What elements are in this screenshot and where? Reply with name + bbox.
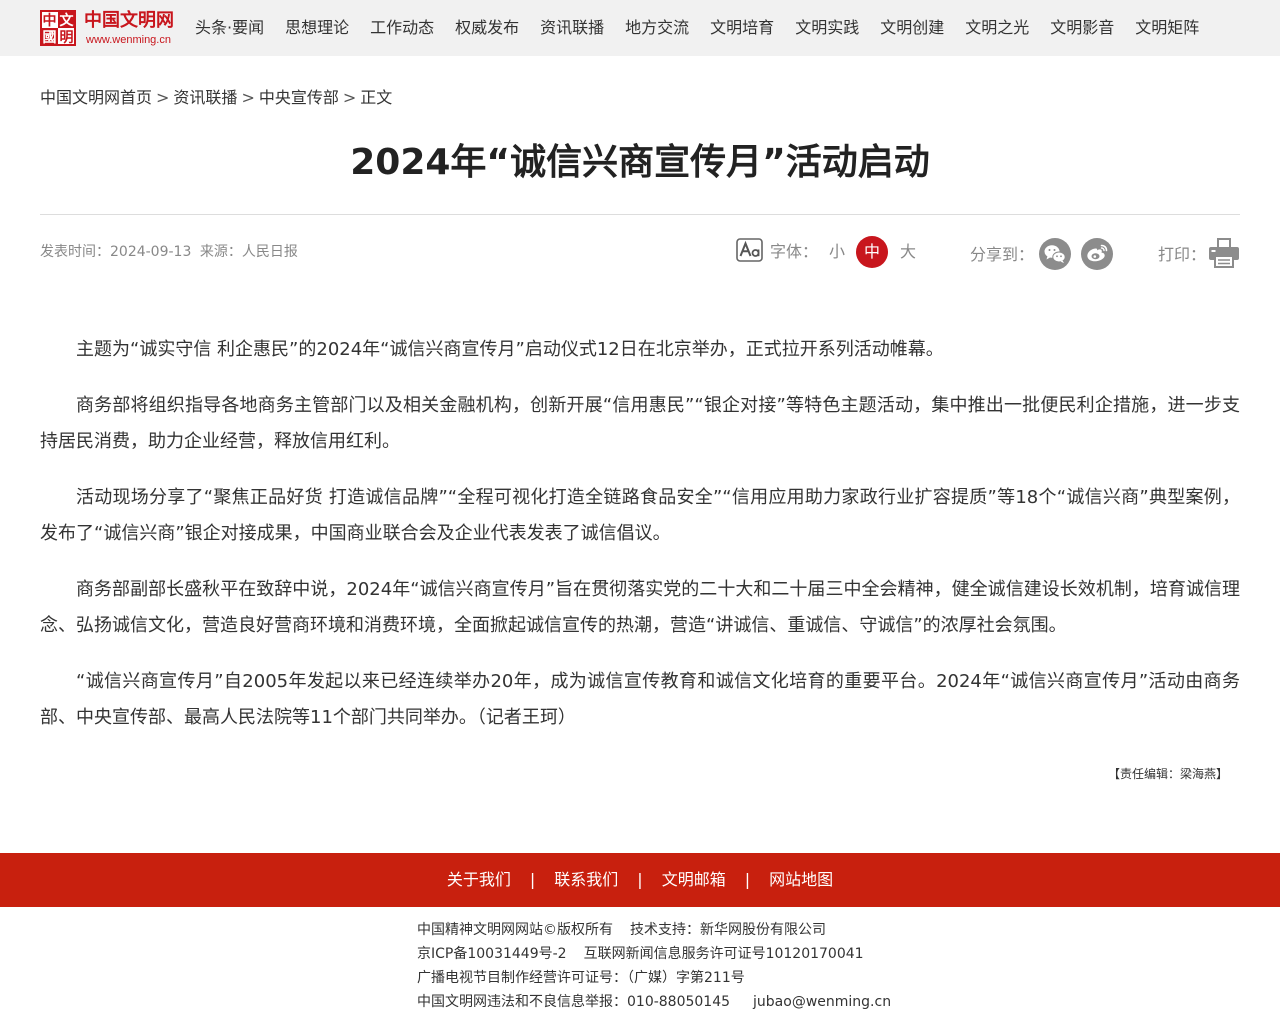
report-email-text: jubao@wenming.cn: [753, 994, 892, 1010]
copyright-text: 中国精神文明网网站©版权所有: [417, 922, 613, 938]
article-body: 主题为“诚实守信 利企惠民”的2024年“诚信兴商宣传月”启动仪式12日在北京举…: [40, 332, 1240, 782]
footer-links-bar: 关于我们 | 联系我们 | 文明邮箱 | 网站地图: [0, 853, 1280, 907]
footer-separator: |: [529, 870, 536, 889]
share-label: 分享到：: [970, 245, 1035, 264]
nav-item-civility-cultivation[interactable]: 文明培育: [710, 18, 774, 38]
breadcrumb-home[interactable]: 中国文明网首页: [40, 88, 152, 107]
responsible-editor: 【责任编辑：梁海燕】: [1107, 767, 1228, 781]
seal-logo-icon: 中 文 國 明: [40, 10, 76, 46]
title-divider: [40, 214, 1240, 215]
nav-item-civility-light[interactable]: 文明之光: [965, 18, 1029, 38]
article-paragraph: “诚信兴商宣传月”自2005年发起以来已经连续举办20年，成为诚信宣传教育和诚信…: [40, 671, 1240, 728]
footer-separator: |: [744, 870, 751, 889]
breadcrumb-current: 正文: [360, 88, 393, 107]
nav-item-theory[interactable]: 思想理论: [285, 18, 349, 38]
svg-text:中: 中: [43, 12, 57, 29]
breadcrumb-publicity-dept[interactable]: 中央宣传部: [259, 88, 339, 107]
article-paragraph: 活动现场分享了“聚焦正品好货 打造诚信品牌”“全程可视化打造全链路食品安全”“信…: [40, 487, 1240, 544]
print-label: 打印：: [1158, 245, 1207, 264]
footer-link-contact[interactable]: 联系我们: [554, 870, 618, 890]
font-size-label: 字体：: [770, 242, 819, 261]
font-size-icon: [736, 238, 763, 262]
nav-item-local-exchange[interactable]: 地方交流: [625, 18, 689, 38]
article-paragraph: 商务部将组织指导各地商务主管部门以及相关金融机构，创新开展“信用惠民”“银企对接…: [40, 395, 1240, 452]
breadcrumb: 中国文明网首页 > 资讯联播 > 中央宣传部 > 正文: [40, 88, 392, 108]
nav-item-official-release[interactable]: 权威发布: [455, 18, 519, 38]
icp-license-text: 京ICP备10031449号-2: [417, 946, 567, 962]
site-url: www.wenming.cn: [86, 34, 171, 46]
broadcast-license-text: 广播电视节目制作经营许可证号：（广媒）字第211号: [417, 970, 745, 986]
source-name: 人民日报: [241, 244, 298, 260]
breadcrumb-news-roundup[interactable]: 资讯联播: [173, 88, 237, 107]
footer-link-mailbox[interactable]: 文明邮箱: [662, 870, 726, 890]
share-wechat-button[interactable]: [1039, 238, 1071, 270]
share-weibo-button[interactable]: [1081, 238, 1113, 270]
nav-item-work-news[interactable]: 工作动态: [370, 18, 434, 38]
publish-label: 发表时间：: [40, 244, 110, 260]
weibo-icon: [1087, 244, 1108, 262]
footer-line-license: 京ICP备10031449号-2 互联网新闻信息服务许可证号10120170041: [417, 942, 891, 966]
publish-date: 2024-09-13: [110, 244, 192, 260]
font-size-medium-button[interactable]: 中: [856, 236, 888, 268]
article-title: 2024年“诚信兴商宣传月”活动启动: [350, 142, 930, 183]
article-paragraph: 主题为“诚实守信 利企惠民”的2024年“诚信兴商宣传月”启动仪式12日在北京举…: [76, 339, 944, 360]
site-logo[interactable]: 中 文 國 明 中国文明网 www.wenming.cn: [40, 10, 180, 48]
tech-support-text: 技术支持：新华网股份有限公司: [630, 922, 826, 938]
printer-icon[interactable]: [1208, 238, 1240, 268]
site-header: 中 文 國 明 中国文明网 www.wenming.cn 头条·要闻 思想理论 …: [0, 0, 1280, 56]
site-name: 中国文明网: [84, 10, 174, 31]
news-license-text: 互联网新闻信息服务许可证号10120170041: [583, 946, 864, 962]
source-label: 来源：: [199, 244, 242, 260]
wechat-icon: [1044, 245, 1066, 263]
article-meta: 发表时间：2024-09-13 来源：人民日报: [40, 244, 298, 260]
nav-item-news-roundup[interactable]: 资讯联播: [540, 18, 604, 38]
svg-text:明: 明: [60, 30, 74, 46]
footer-separator: |: [637, 870, 643, 889]
breadcrumb-separator: >: [241, 88, 255, 107]
nav-item-headlines[interactable]: 头条·要闻: [195, 18, 264, 38]
footer-line-copyright: 中国精神文明网网站©版权所有 技术支持：新华网股份有限公司: [417, 918, 891, 942]
nav-item-civility-matrix[interactable]: 文明矩阵: [1135, 18, 1199, 38]
font-size-large-button[interactable]: 大: [900, 242, 916, 262]
svg-text:文: 文: [60, 12, 75, 29]
footer-line-report: 中国文明网违法和不良信息举报：010-88050145 jubao@wenming…: [417, 990, 891, 1014]
main-nav: 头条·要闻 思想理论 工作动态 权威发布 资讯联播 地方交流 文明培育 文明实践…: [195, 0, 1199, 56]
breadcrumb-separator: >: [156, 88, 170, 107]
footer-link-sitemap[interactable]: 网站地图: [769, 870, 833, 890]
footer-info: 中国精神文明网网站©版权所有 技术支持：新华网股份有限公司 京ICP备100314…: [417, 918, 891, 1014]
footer-link-about[interactable]: 关于我们: [447, 870, 511, 890]
nav-item-civility-practice[interactable]: 文明实践: [795, 18, 859, 38]
svg-text:國: 國: [43, 30, 57, 46]
report-hotline-text: 中国文明网违法和不良信息举报：010-88050145: [417, 994, 731, 1010]
nav-item-civility-media[interactable]: 文明影音: [1050, 18, 1114, 38]
article-paragraph: 商务部副部长盛秋平在致辞中说，2024年“诚信兴商宣传月”旨在贯彻落实党的二十大…: [40, 579, 1240, 636]
nav-item-civility-creation[interactable]: 文明创建: [880, 18, 944, 38]
footer-line-broadcast: 广播电视节目制作经营许可证号：（广媒）字第211号: [417, 966, 891, 990]
breadcrumb-separator: >: [342, 88, 357, 107]
font-size-small-button[interactable]: 小: [829, 242, 845, 262]
